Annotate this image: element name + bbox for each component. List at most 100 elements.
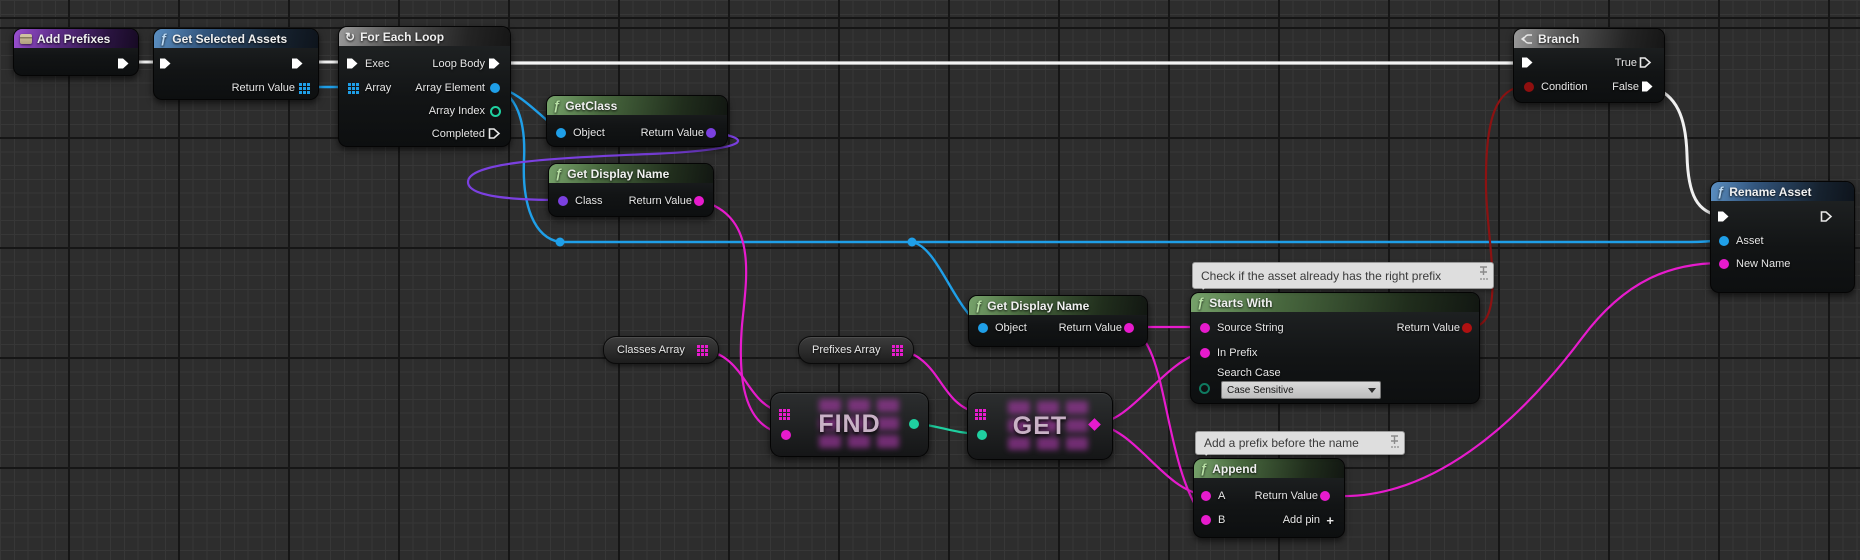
node-append[interactable]: ƒ Append A Return Value B Add pin + [1193, 458, 1345, 538]
dropdown-caret-icon [1368, 388, 1376, 393]
exec-completed-pin[interactable] [488, 127, 501, 145]
exec-true-pin[interactable] [1639, 56, 1652, 74]
array-return-pin[interactable] [299, 83, 302, 86]
exec-in-pin[interactable] [1521, 56, 1534, 74]
function-icon: ƒ [553, 97, 561, 113]
node-add-prefixes[interactable]: Add Prefixes [13, 28, 139, 76]
exec-loop-body-pin[interactable] [488, 57, 501, 75]
b-in-pin[interactable] [1201, 515, 1211, 525]
node-title: FIND [818, 410, 881, 438]
function-icon: ƒ [975, 297, 983, 313]
comment-check-prefix[interactable]: Check if the asset already has the right… [1192, 262, 1494, 290]
string-return-pin[interactable] [694, 196, 704, 206]
wire-startswith-to-condition [1465, 84, 1527, 329]
variable-label: Classes Array [617, 344, 685, 356]
new-name-in-pin[interactable] [1719, 259, 1729, 269]
object-in-pin[interactable] [978, 323, 988, 333]
node-get-selected-assets[interactable]: ƒ Get Selected Assets Return Value [153, 28, 319, 100]
variable-prefixes-array[interactable]: Prefixes Array [798, 336, 914, 364]
pin-label-asset: Asset [1736, 235, 1764, 247]
exec-in-pin[interactable] [159, 57, 172, 75]
comment-text: Add a prefix before the name [1204, 436, 1359, 450]
node-for-each-loop[interactable]: ↻ For Each Loop Exec Array Loop Body Arra… [338, 26, 511, 147]
node-rename-asset[interactable]: ƒ Rename Asset Asset New Name [1710, 181, 1855, 293]
node-title: Get Display Name [567, 166, 670, 181]
string-return-pin[interactable] [1320, 491, 1330, 501]
node-title: Add Prefixes [37, 31, 111, 46]
node-array-get[interactable]: GET [967, 392, 1113, 460]
index-in-pin[interactable] [977, 430, 987, 440]
comment-pin-icon[interactable] [1389, 434, 1400, 454]
asset-in-pin[interactable] [1719, 236, 1729, 246]
index-out-pin[interactable] [909, 419, 919, 429]
custom-event-icon [20, 33, 32, 44]
pin-label-search-case: Search Case [1217, 367, 1281, 379]
dropdown-value: Case Sensitive [1227, 384, 1294, 396]
node-title: Branch [1538, 31, 1580, 46]
class-return-pin[interactable] [706, 128, 716, 138]
node-branch[interactable]: Branch Condition True False [1513, 28, 1665, 103]
a-in-pin[interactable] [1201, 491, 1211, 501]
exec-out-pin[interactable] [1820, 210, 1833, 228]
item-to-find-pin[interactable] [781, 430, 791, 440]
source-string-pin[interactable] [1200, 323, 1210, 333]
pin-label-return-value: Return Value [1396, 322, 1460, 334]
node-title: For Each Loop [360, 29, 445, 44]
node-title: Rename Asset [1729, 184, 1812, 199]
node-title: Starts With [1209, 295, 1273, 310]
node-starts-with[interactable]: ƒ Starts With Source String In Prefix Sea… [1190, 292, 1480, 404]
comment-text: Check if the asset already has the right… [1201, 268, 1442, 283]
bool-return-pin[interactable] [1462, 323, 1472, 333]
condition-pin[interactable] [1524, 82, 1534, 92]
branch-icon [1520, 33, 1533, 45]
exec-out-pin[interactable] [291, 57, 304, 75]
pin-label-array-index: Array Index [428, 105, 485, 117]
wire-junction-dot-1[interactable] [555, 237, 565, 247]
wire-junction-dot-2[interactable] [907, 237, 917, 247]
node-title: Get Selected Assets [172, 31, 288, 46]
pin-label-true: True [1614, 57, 1637, 69]
pin-label-array-element: Array Element [415, 82, 485, 94]
pin-label-return-value: Return Value [231, 82, 295, 94]
node-get-class[interactable]: ƒ GetClass Object Return Value [546, 95, 728, 147]
array-out-pin[interactable] [892, 345, 895, 348]
exec-false-pin[interactable] [1641, 80, 1654, 98]
in-prefix-pin[interactable] [1200, 348, 1210, 358]
comment-pin-icon[interactable] [1478, 265, 1489, 286]
pin-label-class: Class [575, 195, 603, 207]
exec-in-pin[interactable] [346, 57, 359, 75]
pin-label-a: A [1218, 490, 1226, 502]
comment-add-prefix[interactable]: Add a prefix before the name [1195, 431, 1405, 456]
object-in-pin[interactable] [556, 128, 566, 138]
exec-in-pin[interactable] [1717, 210, 1730, 228]
function-icon: ƒ [1197, 294, 1205, 310]
function-icon: ƒ [555, 165, 563, 181]
class-in-pin[interactable] [558, 196, 568, 206]
node-array-find[interactable]: FIND [770, 392, 929, 457]
search-case-dropdown[interactable]: Case Sensitive [1221, 381, 1381, 399]
search-case-pin[interactable] [1199, 383, 1210, 394]
node-get-display-name-object[interactable]: ƒ Get Display Name Object Return Value [968, 295, 1148, 347]
blueprint-graph-canvas[interactable]: Add Prefixes ƒ Get Selected Assets Return… [0, 0, 1860, 560]
pin-label-new-name: New Name [1736, 258, 1791, 270]
pin-label-return-value: Return Value [1254, 490, 1318, 502]
exec-out-pin[interactable] [117, 57, 130, 75]
variable-classes-array[interactable]: Classes Array [603, 336, 719, 364]
add-pin-label[interactable]: Add pin [1283, 514, 1320, 526]
variable-label: Prefixes Array [812, 344, 881, 356]
target-array-pin[interactable] [779, 409, 782, 412]
pin-label-b: B [1218, 514, 1226, 526]
add-pin-plus-icon[interactable]: + [1326, 513, 1334, 528]
node-title: Get Display Name [987, 298, 1090, 313]
node-get-display-name-class[interactable]: ƒ Get Display Name Class Return Value [548, 163, 714, 217]
target-array-pin[interactable] [975, 409, 978, 412]
function-icon: ƒ [1717, 183, 1725, 199]
array-in-pin[interactable] [348, 83, 351, 86]
array-index-pin[interactable] [490, 106, 501, 117]
array-element-pin[interactable] [490, 83, 500, 93]
loop-icon: ↻ [345, 29, 356, 44]
array-out-pin[interactable] [697, 345, 700, 348]
pin-label-in-prefix: In Prefix [1217, 347, 1258, 359]
string-return-pin[interactable] [1124, 323, 1134, 333]
pin-label-source-string: Source String [1217, 322, 1284, 334]
